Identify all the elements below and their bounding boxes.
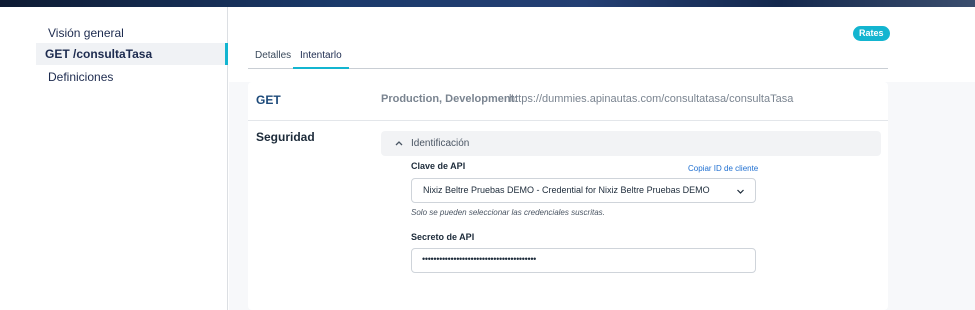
sidebar-item-overview[interactable]: Visión general <box>36 22 228 44</box>
tab-details[interactable]: Detalles <box>255 42 291 69</box>
chevron-up-icon <box>395 141 403 146</box>
http-method: GET <box>256 93 281 107</box>
api-key-select[interactable]: Nixiz Beltre Pruebas DEMO - Credential f… <box>411 178 756 203</box>
sidebar-item-get-consultatasa[interactable]: GET /consultaTasa <box>36 43 228 65</box>
chevron-down-icon <box>737 189 744 194</box>
environments-label: Production, Development: <box>381 93 518 105</box>
api-key-selected-value: Nixiz Beltre Pruebas DEMO - Credential f… <box>423 185 710 195</box>
tab-bar: Detalles Intentarlo <box>248 42 888 69</box>
api-secret-value: •••••••••••••••••••••••••••••••••••••••• <box>422 254 537 264</box>
copy-client-id-link[interactable]: Copiar ID de cliente <box>688 164 758 173</box>
tab-try-it[interactable]: Intentarlo <box>293 42 349 69</box>
endpoint-url: https://dummies.apinautas.com/consultata… <box>509 93 794 105</box>
header-banner <box>0 0 975 7</box>
sidebar-item-definitions[interactable]: Definiciones <box>36 66 228 88</box>
rates-badge: Rates <box>853 26 890 41</box>
credentials-hint: Solo se pueden seleccionar las credencia… <box>411 208 605 217</box>
identification-accordion[interactable]: Identificación <box>381 131 881 156</box>
api-secret-label: Secreto de API <box>411 232 475 242</box>
api-key-label: Clave de API <box>411 161 466 171</box>
sidebar: Visión general GET /consultaTasa Definic… <box>0 7 228 310</box>
divider <box>248 120 888 121</box>
accordion-label: Identificación <box>411 138 470 149</box>
security-title: Seguridad <box>256 130 315 144</box>
api-secret-input[interactable]: •••••••••••••••••••••••••••••••••••••••• <box>411 248 756 273</box>
